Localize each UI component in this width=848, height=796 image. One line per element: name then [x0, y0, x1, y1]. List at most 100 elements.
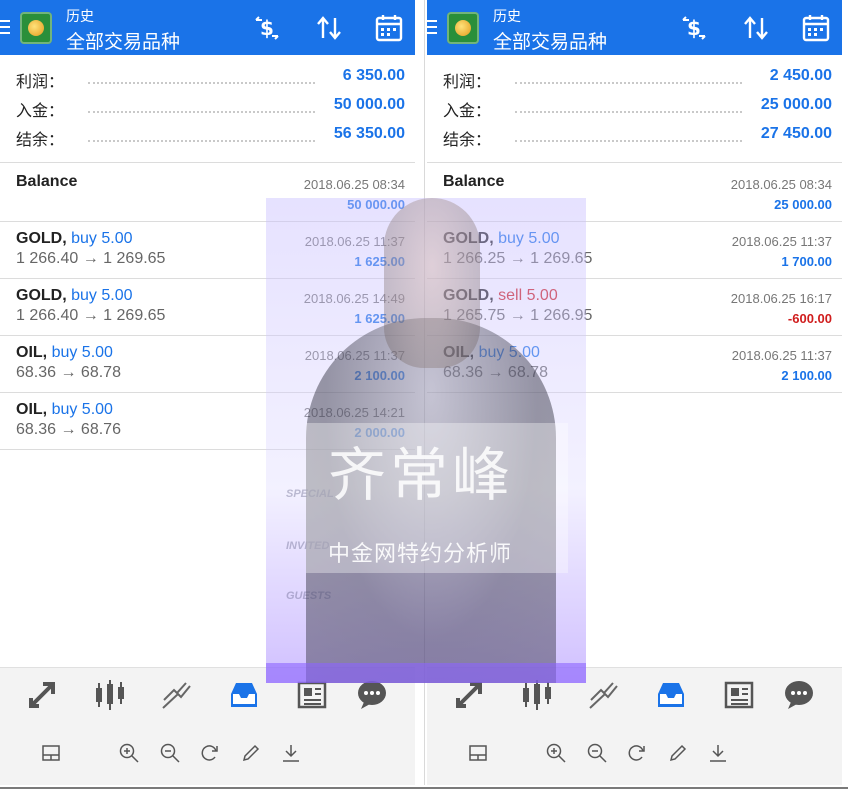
screen-bottom-border	[0, 787, 848, 789]
history-icon[interactable]	[227, 678, 261, 712]
symbol-text: GOLD,	[443, 230, 494, 247]
history-panel-left: 历史 全部交易品种 $ 利润： 6 350.00 入金： 50 000.00 结…	[0, 0, 415, 785]
edit-icon[interactable]	[240, 742, 262, 764]
history-panel-right: 历史 全部交易品种 $ 利润： 2 450.00 入金： 25 000.00 结…	[427, 0, 842, 785]
deal-symbol: GOLD, buy 5.00	[16, 287, 133, 305]
refresh-icon[interactable]	[626, 742, 648, 764]
calendar-icon[interactable]	[801, 14, 831, 42]
deal-row[interactable]: GOLD, buy 5.00 1 266.25 → 1 269.65 2018.…	[427, 221, 842, 278]
chart-icon[interactable]	[520, 678, 554, 712]
deal-time: 2018.06.25 16:17	[730, 291, 832, 306]
deal-side: buy 5.00	[51, 401, 113, 418]
menu-icon[interactable]	[427, 20, 437, 38]
trade-icon[interactable]	[25, 678, 59, 712]
summary-block: 利润： 2 450.00 入金： 25 000.00 结余： 27 450.00	[427, 62, 842, 149]
dot-leader	[88, 140, 315, 142]
deal-side: sell 5.00	[498, 287, 558, 304]
summary-row-deposit: 入金： 25 000.00	[427, 91, 842, 120]
edit-icon[interactable]	[667, 742, 689, 764]
zoom-in-icon[interactable]	[118, 742, 140, 764]
deal-side: buy 5.00	[478, 344, 540, 361]
zoom-out-icon[interactable]	[159, 742, 181, 764]
deal-row[interactable]: GOLD, buy 5.00 1 266.40 → 1 269.65 2018.…	[0, 221, 415, 278]
deal-row[interactable]: OIL, buy 5.00 68.36 → 68.76 2018.06.25 1…	[0, 392, 415, 449]
deal-row[interactable]: GOLD, sell 5.00 1 265.75 → 1 266.95 2018…	[427, 278, 842, 335]
deal-side: buy 5.00	[71, 230, 133, 247]
summary-label: 利润：	[443, 74, 492, 91]
summary-label: 利润：	[16, 74, 65, 91]
news-icon[interactable]	[722, 678, 756, 712]
deal-symbol: OIL, buy 5.00	[443, 344, 540, 362]
header-title[interactable]: 全部交易品种	[66, 27, 180, 54]
deal-profit: 1 625.00	[354, 311, 405, 326]
summary-value: 56 350.00	[333, 125, 405, 142]
app-logo-icon	[447, 12, 479, 44]
trends-icon[interactable]	[587, 678, 621, 712]
summary-block: 利润： 6 350.00 入金： 50 000.00 结余： 56 350.00	[0, 62, 415, 149]
header-subtitle: 历史	[493, 8, 521, 24]
divider	[427, 392, 842, 393]
deal-profit: 2 100.00	[781, 368, 832, 383]
chart-icon[interactable]	[93, 678, 127, 712]
trends-icon[interactable]	[160, 678, 194, 712]
chat-icon[interactable]	[355, 678, 389, 712]
deal-row[interactable]: Balance 2018.06.25 08:34 50 000.00	[0, 164, 415, 221]
zoom-in-icon[interactable]	[545, 742, 567, 764]
summary-row-profit: 利润： 2 450.00	[427, 62, 842, 91]
deal-symbol: Balance	[443, 173, 504, 191]
deal-side: buy 5.00	[71, 287, 133, 304]
symbol-text: GOLD,	[16, 287, 67, 304]
summary-value: 27 450.00	[760, 125, 832, 142]
sort-icon[interactable]	[741, 14, 771, 42]
layout-icon[interactable]	[467, 742, 489, 764]
deal-prices: 1 265.75 → 1 266.95	[443, 307, 593, 324]
summary-row-profit: 利润： 6 350.00	[0, 62, 415, 91]
currency-swap-icon[interactable]: $	[679, 14, 709, 42]
deal-symbol: GOLD, buy 5.00	[16, 230, 133, 248]
deal-prices: 68.36 → 68.78	[16, 364, 121, 381]
dot-leader	[88, 82, 315, 84]
app-header: 历史 全部交易品种 $	[0, 0, 415, 55]
deal-row[interactable]: Balance 2018.06.25 08:34 25 000.00	[427, 164, 842, 221]
download-icon[interactable]	[707, 742, 729, 764]
deal-prices: 1 266.25 → 1 269.65	[443, 250, 593, 267]
deal-prices: 68.36 → 68.78	[443, 364, 548, 381]
deal-time: 2018.06.25 14:21	[303, 405, 405, 420]
history-icon[interactable]	[654, 678, 688, 712]
summary-label: 结余：	[16, 132, 65, 149]
deal-symbol: Balance	[16, 173, 77, 191]
svg-text:$: $	[687, 16, 701, 40]
chat-icon[interactable]	[782, 678, 816, 712]
menu-icon[interactable]	[0, 20, 10, 38]
deal-row[interactable]: GOLD, buy 5.00 1 266.40 → 1 269.65 2018.…	[0, 278, 415, 335]
bottom-toolbar	[0, 667, 415, 785]
deal-side: buy 5.00	[498, 230, 560, 247]
summary-value: 50 000.00	[333, 96, 405, 113]
panel-divider	[424, 0, 425, 785]
deal-symbol: OIL, buy 5.00	[16, 344, 113, 362]
zoom-out-icon[interactable]	[586, 742, 608, 764]
deal-row[interactable]: OIL, buy 5.00 68.36 → 68.78 2018.06.25 1…	[427, 335, 842, 392]
deal-profit: 2 100.00	[354, 368, 405, 383]
summary-value: 2 450.00	[769, 67, 832, 84]
summary-label: 入金：	[16, 103, 65, 120]
currency-swap-icon[interactable]: $	[252, 14, 282, 42]
symbol-text: OIL,	[16, 401, 48, 418]
app-header: 历史 全部交易品种 $	[427, 0, 842, 55]
news-icon[interactable]	[295, 678, 329, 712]
deal-prices: 1 266.40 → 1 269.65	[16, 250, 166, 267]
header-title[interactable]: 全部交易品种	[493, 27, 607, 54]
symbol-text: OIL,	[16, 344, 48, 361]
dot-leader	[515, 82, 742, 84]
calendar-icon[interactable]	[374, 14, 404, 42]
trade-icon[interactable]	[452, 678, 486, 712]
sort-icon[interactable]	[314, 14, 344, 42]
refresh-icon[interactable]	[199, 742, 221, 764]
download-icon[interactable]	[280, 742, 302, 764]
deal-side: buy 5.00	[51, 344, 113, 361]
layout-icon[interactable]	[40, 742, 62, 764]
symbol-text: OIL,	[443, 344, 475, 361]
deal-row[interactable]: OIL, buy 5.00 68.36 → 68.78 2018.06.25 1…	[0, 335, 415, 392]
symbol-text: GOLD,	[443, 287, 494, 304]
symbol-text: Balance	[443, 173, 505, 190]
